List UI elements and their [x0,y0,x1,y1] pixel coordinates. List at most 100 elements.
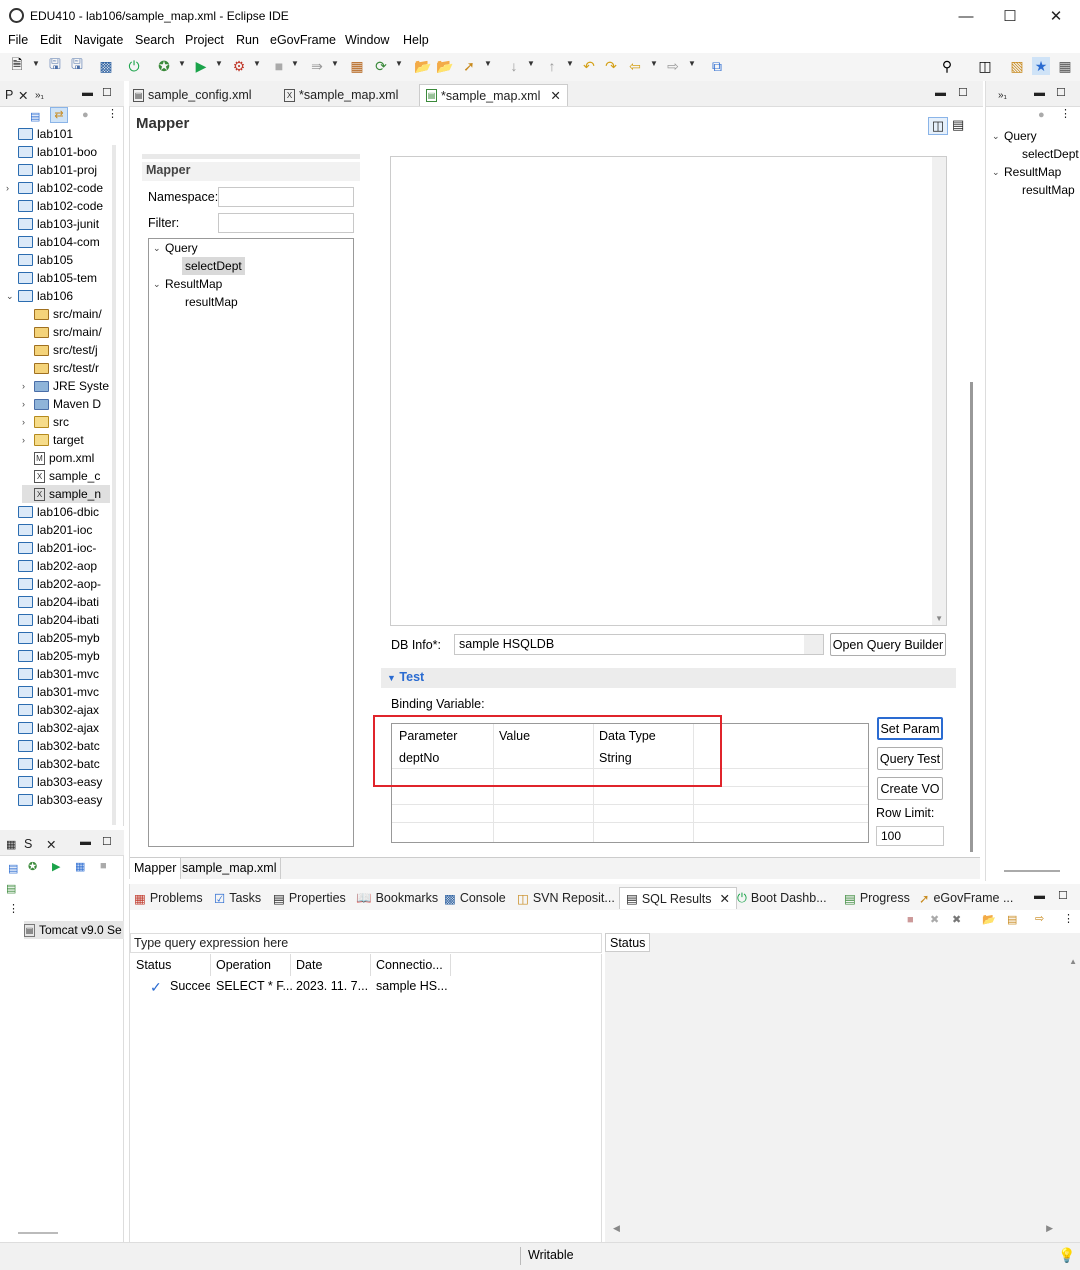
menu-search[interactable]: Search [135,33,175,47]
minimize-editor-icon[interactable]: ▬ [935,87,946,99]
last-edit-icon[interactable]: ↶ [580,57,598,75]
back-dropdown-icon[interactable]: ▼ [650,59,658,68]
tab-tasks[interactable]: ☑ Tasks [214,887,261,909]
view-menu-icon[interactable]: »₁ [35,84,44,106]
explorer-scrollbar[interactable] [112,145,116,825]
project-child-item[interactable]: src/test/j [22,341,110,359]
minimize-button[interactable]: — [943,4,989,28]
project-item[interactable]: lab301-mvc [6,683,110,701]
menu-file[interactable]: File [8,33,28,47]
maximize-button[interactable]: ☐ [987,4,1033,28]
project-item[interactable]: lab301-mvc [6,665,110,683]
tab-sample-map-source[interactable]: X *sample_map.xml [284,84,398,106]
tab-sql-results[interactable]: ▤ SQL Results ✕ [619,887,737,909]
project-child-item[interactable]: src/test/r [22,359,110,377]
project-child-item[interactable]: src/main/ [22,305,110,323]
refresh-dropdown-icon[interactable]: ▼ [395,59,403,68]
project-item[interactable]: lab103-junit [6,215,110,233]
view-menu-icon[interactable]: »₁ [998,84,1007,106]
maximize-view-icon[interactable]: ☐ [102,86,112,99]
db-info-select[interactable]: sample HSQLDB [454,634,824,655]
view-menu-dots-icon[interactable]: ⋮ [8,902,19,915]
query-filter-input[interactable]: Type query expression here [130,933,602,953]
set-param-button[interactable]: Set Param [877,717,943,740]
view-menu-dots-icon[interactable]: ⋮ [107,107,118,120]
menu-project[interactable]: Project [185,33,224,47]
project-item[interactable]: lab202-aop [6,557,110,575]
start-server-icon[interactable]: ▶ [52,860,60,873]
stop-dropdown-icon[interactable]: ▼ [291,59,299,68]
prev-annotation-dropdown-icon[interactable]: ▼ [566,59,574,68]
project-child-item[interactable]: src/main/ [22,323,110,341]
project-item[interactable]: lab104-com [6,233,110,251]
link-with-editor-icon[interactable]: ⇄ [50,107,68,123]
java-perspective-icon[interactable]: ▧ [1008,57,1026,75]
connect-dropdown-icon[interactable]: ▼ [331,59,339,68]
tab-status[interactable]: Status [605,933,651,952]
project-item[interactable]: lab202-aop- [6,575,110,593]
project-item[interactable]: lab302-ajax [6,719,110,737]
cell-operation[interactable]: SELECT * F... [216,979,293,993]
tab-properties[interactable]: ▤ Properties [273,887,346,909]
save-icon[interactable]: 🖫 [46,56,64,75]
view-menu-dots-icon[interactable]: ⋮ [1060,107,1071,120]
project-child-item[interactable]: › JRE Syste [22,377,110,395]
project-child-item[interactable]: › Maven D [22,395,110,413]
lightbulb-icon[interactable]: 💡 [1058,1247,1075,1264]
project-item[interactable]: lab205-myb [6,629,110,647]
outline-query-node[interactable]: ⌄ Query [992,127,1037,145]
page-tab-mapper[interactable]: Mapper [130,858,182,879]
scroll-left-icon[interactable]: ◀ [613,1223,620,1234]
open-type-icon[interactable]: 📂 [414,57,432,75]
debug-icon[interactable]: ✪ [155,57,173,75]
open-perspective-icon[interactable]: ◫ [976,57,994,75]
scroll-up-icon[interactable]: ▲ [1069,957,1077,966]
project-item[interactable]: lab302-ajax [6,701,110,719]
stop-icon[interactable]: ■ [270,57,288,75]
column-header-connection[interactable]: Connectio... [376,958,443,972]
external-tools-icon[interactable]: ⚙ [230,57,248,75]
new-dropdown-icon[interactable]: ▼ [32,59,40,68]
chevron-down-icon[interactable]: ⌄ [153,243,161,254]
debug-dropdown-icon[interactable]: ▼ [178,59,186,68]
package-icon[interactable]: ▦ [348,57,366,75]
tab-sample-config[interactable]: ▤ sample_config.xml [133,84,252,106]
page-tab-source[interactable]: sample_map.xml [178,858,282,879]
terminal-icon[interactable]: ▩ [97,57,115,75]
sql-results-table[interactable]: Status Operation Date Connectio... ✓ Suc… [130,954,602,1242]
tab-svn[interactable]: ◫ SVN Reposit... [517,887,615,909]
collapse-icon[interactable]: ▤ [8,862,18,875]
project-item[interactable]: lab302-batc [6,737,110,755]
horizontal-layout-icon[interactable]: ◫ [928,117,948,135]
project-item[interactable]: › lab102-code [6,179,110,197]
tab-servers[interactable]: S [24,833,32,855]
cell-connection[interactable]: sample HS... [376,979,448,993]
skip-breakpoints-icon[interactable]: ⏻ [125,57,143,75]
server-item[interactable]: ▤ Tomcat v9.0 Se [24,921,124,939]
back-icon[interactable]: ⇦ [626,57,644,75]
close-icon[interactable]: ✕ [46,833,56,855]
publish-icon[interactable]: ▤ [6,882,16,895]
remove-icon[interactable]: ✖ [930,913,939,926]
next-annotation-icon[interactable]: ↓ [505,57,523,75]
tab-boot-dashboard[interactable]: ⏻ Boot Dashb... [737,887,827,909]
project-child-item[interactable]: Xsample_n [22,485,110,503]
filter-input[interactable] [218,213,354,233]
chevron-right-icon[interactable]: › [22,417,30,427]
project-item[interactable]: lab101-proj [6,161,110,179]
project-item[interactable]: lab204-ibati [6,611,110,629]
close-icon[interactable]: ✕ [550,88,560,103]
tab-progress[interactable]: ▤ Progress [844,887,910,909]
debug-server-icon[interactable]: ✪ [28,860,37,873]
servers-tab-icon[interactable]: ▦ [6,833,16,855]
project-item[interactable]: lab204-ibati [6,593,110,611]
db-info-dropdown[interactable] [804,635,823,654]
query-test-button[interactable]: Query Test [877,747,943,770]
tab-egovframe[interactable]: ➚ eGovFrame ... [919,887,1013,909]
remove-all-icon[interactable]: ✖ [952,913,961,926]
project-item[interactable]: lab201-ioc- [6,539,110,557]
editor-scrollbar[interactable] [970,382,973,852]
menu-edit[interactable]: Edit [40,33,62,47]
stop-icon[interactable]: ■ [907,914,914,926]
search-tools-icon[interactable]: ➚ [460,57,478,75]
